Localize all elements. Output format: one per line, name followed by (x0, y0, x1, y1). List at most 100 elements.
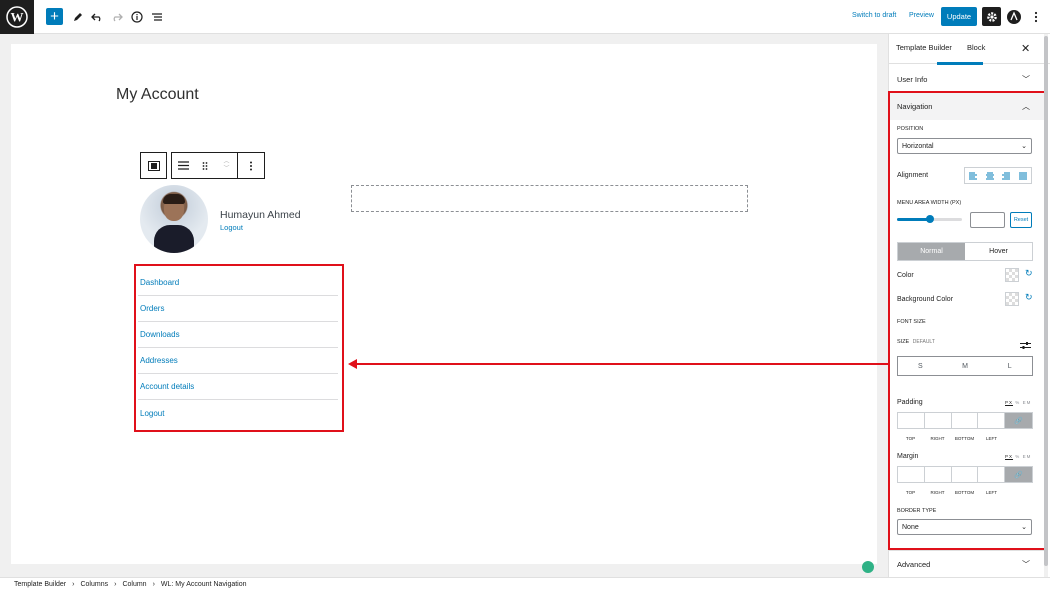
chevron-down-icon[interactable]: ﹀ (223, 166, 229, 173)
sidebar-scrollbar-thumb[interactable] (1044, 36, 1048, 566)
chevron-up-icon: ︿ (1022, 102, 1030, 111)
breadcrumb-item-column[interactable]: Column (122, 581, 146, 588)
font-size-label: FONT SIZE (897, 319, 926, 325)
add-block-button[interactable]: + (46, 8, 63, 25)
chevron-right-icon: › (72, 580, 75, 588)
list-view-icon[interactable] (148, 8, 166, 26)
reset-color-icon[interactable]: ↻ (1025, 268, 1033, 279)
tab-block[interactable]: Block (967, 43, 985, 52)
nav-item-addresses[interactable]: Addresses (138, 348, 338, 374)
breadcrumb-item-columns[interactable]: Columns (80, 581, 108, 588)
margin-label: Margin (897, 453, 919, 460)
padding-top-input[interactable] (898, 413, 925, 428)
more-options-icon[interactable] (1027, 8, 1045, 26)
align-button[interactable] (172, 153, 194, 178)
background-color-label: Background Color (897, 296, 954, 303)
nav-item-account-details[interactable]: Account details (138, 374, 338, 400)
margin-bottom-input[interactable] (952, 467, 979, 482)
close-icon[interactable]: ✕ (1021, 42, 1030, 55)
size-small-button[interactable]: S (898, 357, 943, 375)
position-select[interactable]: Horizontal ⌄ (897, 138, 1032, 154)
link-icon[interactable]: 🔗 (1005, 413, 1032, 428)
border-type-select[interactable]: None ⌄ (897, 519, 1032, 535)
nav-item-dashboard[interactable]: Dashboard (138, 270, 338, 296)
reset-background-color-icon[interactable]: ↻ (1025, 292, 1033, 303)
menu-width-slider-thumb[interactable] (926, 215, 934, 223)
size-default-text: DEFAULT (912, 339, 935, 345)
margin-top-input[interactable] (898, 467, 925, 482)
margin-right-input[interactable] (925, 467, 952, 482)
margin-left-input[interactable] (978, 467, 1005, 482)
size-medium-button[interactable]: M (943, 357, 988, 375)
drag-handle[interactable] (194, 153, 216, 178)
block-options-button[interactable] (238, 153, 264, 178)
move-up-down-buttons[interactable]: ︿ ﹀ (216, 153, 238, 178)
svg-text:W: W (11, 10, 24, 25)
unit-percent[interactable]: % (1015, 400, 1020, 405)
padding-label: Padding (897, 399, 923, 406)
margin-side-labels: TOP RIGHT BOTTOM LEFT (897, 490, 1005, 495)
breadcrumb-item-template-builder[interactable]: Template Builder (14, 581, 66, 588)
padding-bottom-input[interactable] (952, 413, 979, 428)
size-large-button[interactable]: L (987, 357, 1032, 375)
block-type-button[interactable] (140, 152, 167, 179)
padding-left-input[interactable] (978, 413, 1005, 428)
wordpress-icon: W (6, 6, 28, 28)
grammarly-icon[interactable] (862, 561, 874, 573)
tab-template-builder[interactable]: Template Builder (896, 43, 952, 52)
user-name: Humayun Ahmed (220, 209, 301, 221)
align-left-icon[interactable] (965, 168, 982, 183)
align-center-icon[interactable] (982, 168, 999, 183)
unit-px[interactable]: PX (1005, 454, 1013, 459)
custom-size-icon[interactable] (1020, 337, 1031, 355)
settings-button[interactable] (982, 7, 1001, 26)
breadcrumb: Template Builder › Columns › Column › WL… (0, 577, 1050, 590)
position-label: POSITION (897, 126, 924, 132)
page-title[interactable]: My Account (116, 86, 199, 104)
align-right-icon[interactable] (998, 168, 1015, 183)
chevron-down-icon: ﹀ (1022, 75, 1030, 84)
empty-column-placeholder[interactable] (351, 185, 748, 212)
unit-em[interactable]: EM (1023, 400, 1032, 405)
align-justify-icon[interactable] (1015, 168, 1032, 183)
side-label-right: RIGHT (930, 490, 945, 495)
unit-px[interactable]: PX (1005, 400, 1013, 405)
breadcrumb-item-navigation[interactable]: WL: My Account Navigation (161, 581, 247, 588)
nav-item-orders[interactable]: Orders (138, 296, 338, 322)
panel-advanced[interactable]: Advanced ﹀ (888, 550, 1044, 578)
nav-item-logout[interactable]: Logout (138, 400, 338, 426)
chevron-down-icon: ⌄ (1021, 524, 1027, 531)
padding-right-input[interactable] (925, 413, 952, 428)
switch-to-draft-link[interactable]: Switch to draft (852, 12, 896, 19)
user-logout-link[interactable]: Logout (220, 223, 243, 232)
redo-icon[interactable] (108, 8, 126, 26)
border-type-value: None (902, 523, 919, 531)
reset-button[interactable]: Reset (1010, 212, 1032, 228)
background-color-swatch[interactable] (1005, 292, 1019, 306)
panel-navigation[interactable]: Navigation ︿ (890, 93, 1044, 120)
tab-hover[interactable]: Hover (965, 243, 1032, 260)
padding-inputs: 🔗 (897, 412, 1033, 429)
side-label-left: LEFT (985, 490, 997, 495)
info-icon[interactable] (128, 8, 146, 26)
nav-item-downloads[interactable]: Downloads (138, 322, 338, 348)
astra-icon[interactable] (1005, 8, 1023, 26)
unit-percent[interactable]: % (1015, 454, 1020, 459)
active-tab-indicator (937, 62, 983, 65)
color-swatch[interactable] (1005, 268, 1019, 282)
panel-user-info[interactable]: User Info ﹀ (888, 66, 1044, 94)
drag-icon (202, 161, 208, 170)
pencil-icon[interactable] (69, 8, 87, 26)
sidebar-tabs: Template Builder Block ✕ (888, 34, 1050, 64)
tab-normal[interactable]: Normal (898, 243, 965, 260)
unit-em[interactable]: EM (1023, 454, 1032, 459)
link-icon[interactable]: 🔗 (1005, 467, 1032, 482)
chevron-up-icon[interactable]: ︿ (223, 159, 229, 166)
wordpress-logo[interactable]: W (0, 0, 34, 34)
update-button[interactable]: Update (941, 7, 977, 26)
undo-icon[interactable] (88, 8, 106, 26)
menu-width-input[interactable] (970, 212, 1005, 228)
chevron-right-icon: › (114, 580, 117, 588)
menu-width-label: MENU AREA WIDTH (PX) (897, 200, 962, 206)
preview-link[interactable]: Preview (909, 12, 934, 19)
